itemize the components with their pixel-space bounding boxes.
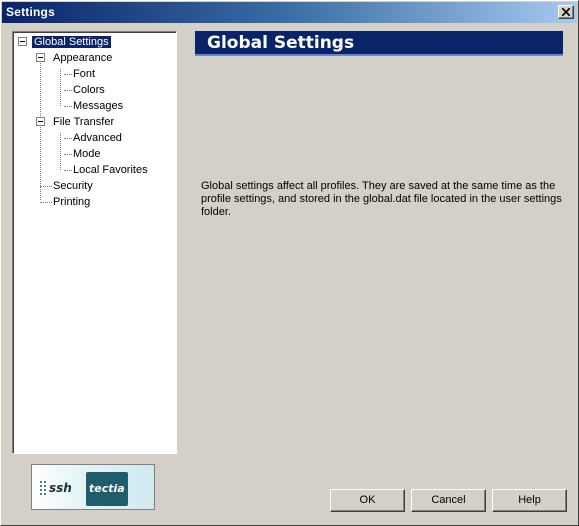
tree-item-font[interactable]: Font: [73, 67, 95, 81]
collapse-icon[interactable]: [36, 117, 45, 126]
tree-item-file-transfer[interactable]: File Transfer: [53, 115, 114, 129]
window-title: Settings: [6, 5, 55, 19]
tree-connector: [64, 74, 72, 75]
collapse-icon[interactable]: [36, 53, 45, 62]
tree-connector: [64, 138, 72, 139]
tree-connector: [64, 106, 72, 107]
tree-item-mode[interactable]: Mode: [73, 147, 101, 161]
title-bar[interactable]: Settings: [2, 2, 577, 23]
tree-item-label: Font: [73, 68, 96, 80]
help-button[interactable]: Help: [492, 489, 567, 512]
collapse-icon[interactable]: [18, 37, 27, 46]
tree-item-label: File Transfer: [53, 116, 115, 128]
ok-button[interactable]: OK: [330, 489, 405, 512]
tree-item-advanced[interactable]: Advanced: [73, 131, 122, 145]
tree-connector: [40, 186, 52, 187]
settings-dialog: Settings Global Settings Appearance Font: [0, 0, 579, 526]
tree-connector: [64, 154, 72, 155]
tree-item-label: Messages: [73, 100, 124, 112]
tree-item-label: Security: [53, 180, 93, 192]
tree-item-label: Printing: [53, 196, 91, 208]
logo-ssh-text: ssh: [49, 481, 72, 495]
tree-connector: [64, 170, 72, 171]
tree-item-local-favorites[interactable]: Local Favorites: [73, 163, 148, 177]
tree-connector: [60, 69, 61, 106]
tree-item-label: Appearance: [53, 52, 113, 64]
close-button[interactable]: [558, 5, 574, 19]
tree-connector: [40, 202, 52, 203]
tree-item-global-settings[interactable]: Global Settings: [31, 35, 112, 49]
tree-connector: [60, 133, 61, 170]
close-icon: [562, 8, 570, 16]
tree-item-label: Advanced: [73, 132, 122, 144]
logo-tectia-text: tectia: [89, 482, 125, 495]
tree-connector: [40, 53, 41, 200]
page-title: Global Settings: [195, 31, 563, 56]
tree-connector: [64, 90, 72, 91]
settings-tree[interactable]: Global Settings Appearance Font Colors M…: [12, 31, 177, 454]
ssh-tectia-logo: ssh tectia: [31, 464, 155, 510]
tree-item-label: Global Settings: [31, 35, 112, 49]
tree-item-label: Local Favorites: [73, 164, 148, 176]
tree-item-colors[interactable]: Colors: [73, 83, 105, 97]
tree-item-printing[interactable]: Printing: [53, 195, 90, 209]
tree-item-security[interactable]: Security: [53, 179, 93, 193]
tree-item-label: Colors: [73, 84, 105, 96]
tree-item-appearance[interactable]: Appearance: [53, 51, 112, 65]
tree-item-label: Mode: [73, 148, 101, 160]
page-description: Global settings affect all profiles. The…: [201, 180, 562, 218]
tree-item-messages[interactable]: Messages: [73, 99, 123, 113]
cancel-button[interactable]: Cancel: [411, 489, 486, 512]
